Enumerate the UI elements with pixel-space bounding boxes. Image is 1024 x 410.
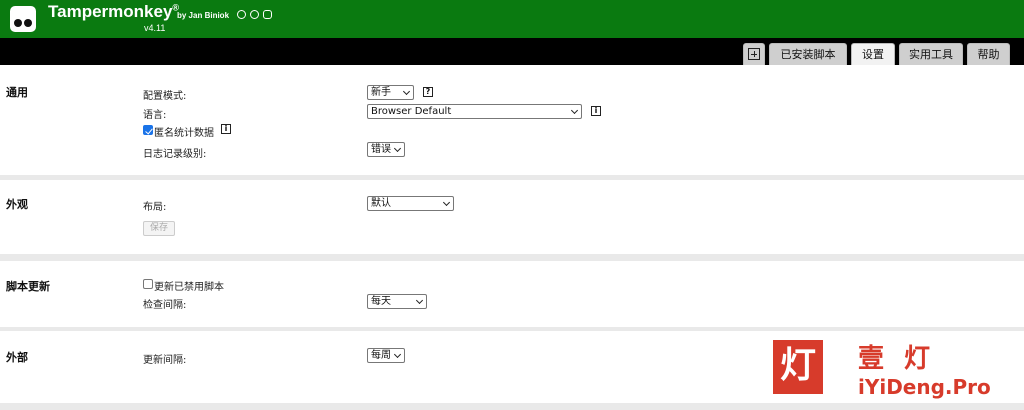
update-interval-label: 更新间隔: xyxy=(143,355,187,366)
watermark-url: iYiDeng.Pro xyxy=(858,375,991,399)
chevron-down-icon xyxy=(402,87,411,96)
update-disabled-scripts-label: 更新已禁用脚本 xyxy=(154,282,224,293)
layout-label: 布局: xyxy=(143,202,167,213)
version-label: v4.11 xyxy=(144,23,166,33)
facebook-icon[interactable] xyxy=(250,10,259,19)
app-header: Tampermonkey® by Jan Biniok v4.11 xyxy=(0,0,1024,38)
github-icon[interactable] xyxy=(237,10,246,19)
update-disabled-scripts-checkbox[interactable] xyxy=(143,279,153,289)
check-interval-label: 检查间隔: xyxy=(143,300,187,311)
section-script-update xyxy=(0,261,1024,327)
section-title-script-update: 脚本更新 xyxy=(6,280,50,293)
instagram-icon[interactable] xyxy=(263,10,272,19)
log-level-label: 日志记录级别: xyxy=(143,149,207,160)
section-title-external: 外部 xyxy=(6,351,28,364)
tab-utilities[interactable]: 实用工具 xyxy=(899,43,963,65)
language-label: 语言: xyxy=(143,110,167,121)
config-mode-select[interactable]: 新手 xyxy=(367,85,414,100)
watermark-logo: 灯 xyxy=(773,340,823,394)
help-icon[interactable]: ? xyxy=(423,87,433,97)
save-button[interactable]: 保存 xyxy=(143,221,175,236)
plus-icon xyxy=(748,48,760,60)
section-title-appearance: 外观 xyxy=(6,198,28,211)
check-interval-select[interactable]: 每天 xyxy=(367,294,427,309)
section-title-general: 通用 xyxy=(6,86,28,99)
app-title: Tampermonkey® xyxy=(48,2,180,21)
chevron-down-icon xyxy=(393,350,402,359)
info-icon[interactable]: i xyxy=(591,106,601,116)
log-level-select[interactable]: 错误 xyxy=(367,142,405,157)
layout-select[interactable]: 默认 xyxy=(367,196,454,211)
chevron-down-icon xyxy=(415,296,424,305)
author-byline: by Jan Biniok xyxy=(177,11,230,20)
chevron-down-icon xyxy=(442,198,451,207)
language-select[interactable]: Browser Default xyxy=(367,104,582,119)
update-interval-select[interactable]: 每周 xyxy=(367,348,405,363)
config-mode-label: 配置模式: xyxy=(143,91,187,102)
section-appearance xyxy=(0,180,1024,254)
anon-stats-checkbox[interactable] xyxy=(143,125,153,135)
tab-settings[interactable]: 设置 xyxy=(851,43,895,65)
watermark-brand-cn: 壹灯 xyxy=(858,344,951,374)
tab-help[interactable]: 帮助 xyxy=(967,43,1010,65)
info-icon[interactable]: i xyxy=(221,124,231,134)
tab-installed-scripts[interactable]: 已安装脚本 xyxy=(769,43,847,65)
anon-stats-label: 匿名统计数据 xyxy=(154,128,214,139)
new-script-tab[interactable] xyxy=(743,43,765,65)
chevron-down-icon xyxy=(570,106,579,115)
tampermonkey-logo-icon xyxy=(10,6,36,32)
chevron-down-icon xyxy=(393,144,402,153)
